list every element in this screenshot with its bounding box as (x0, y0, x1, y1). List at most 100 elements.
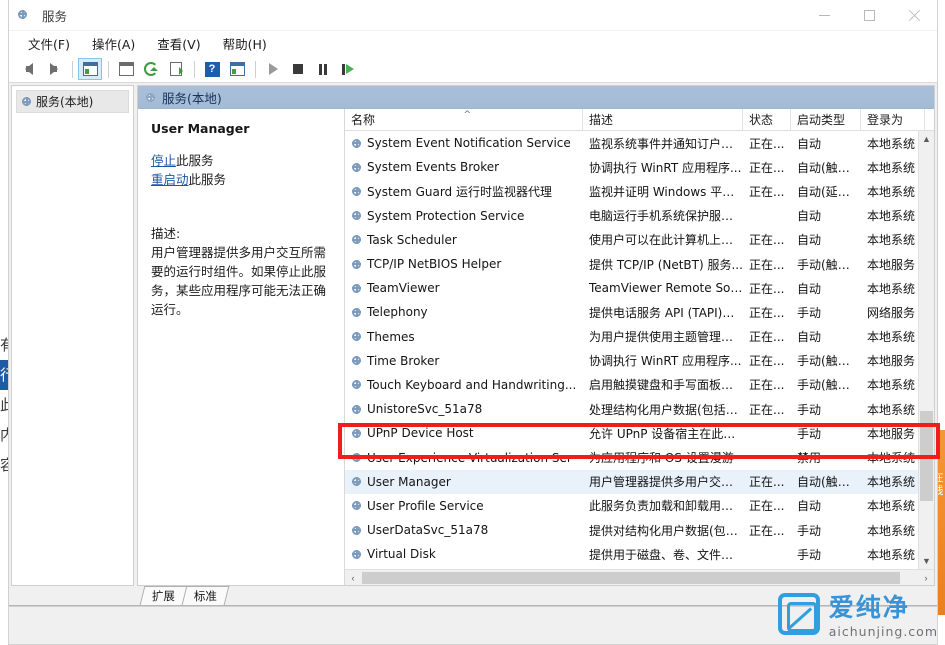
cell-status: 正在... (749, 402, 785, 417)
menu-view[interactable]: 查看(V) (146, 31, 211, 57)
service-name-label: System Events Broker (367, 160, 500, 175)
toolbar-separator (72, 60, 73, 78)
cell-name: Themes (345, 330, 583, 344)
scroll-right-button[interactable]: › (918, 570, 934, 586)
start-service-button[interactable] (261, 58, 285, 80)
tab-extended[interactable]: 扩展 (139, 586, 188, 605)
cell-name: UnistoreSvc_51a78 (345, 402, 583, 416)
cell-desc: 使用户可以在此计算机上配... (589, 233, 743, 248)
table-row[interactable]: User Manager 用户管理器提供多用户交互... 正在... 自动(触发...… (345, 469, 918, 494)
cell-startup: 自动 (797, 136, 822, 151)
cell-name: Virtual Disk (345, 547, 583, 561)
scroll-down-button[interactable]: ▼ (919, 553, 935, 569)
table-row[interactable]: System Event Notification Service 监视系统事件并… (345, 131, 918, 155)
table-row[interactable]: System Protection Service 电脑运行手机系统保护服务...… (345, 204, 918, 228)
table-row[interactable]: System Events Broker 协调执行 WinRT 应用程序... 正在… (345, 155, 918, 179)
table-row[interactable]: TCP/IP NetBIOS Helper 提供 TCP/IP (NetBT) 服… (345, 252, 918, 276)
column-header-logon-as[interactable]: 登录为 (861, 109, 925, 130)
table-row[interactable]: TeamViewer TeamViewer Remote Soft... 正在...… (345, 276, 918, 300)
watermark-en: aichunjing.com (828, 624, 938, 639)
column-header-description[interactable]: 描述 (583, 109, 743, 130)
table-row[interactable]: Touch Keyboard and Handwriting... 启用触摸键盘和… (345, 373, 918, 397)
cell-logon: 本地系统 (867, 233, 916, 248)
forward-button[interactable] (42, 58, 66, 80)
vertical-scrollbar[interactable]: ▲ ▼ (918, 131, 934, 569)
gear-icon (352, 307, 361, 317)
table-row[interactable]: User Profile Service 此服务负责加载和卸载用户... 正在...… (345, 494, 918, 518)
properties-button[interactable] (114, 58, 138, 80)
cell-logon: 本地系统 (867, 160, 916, 175)
table-row[interactable]: Task Scheduler 使用户可以在此计算机上配... 正在... 自动 本地系统 (345, 228, 918, 252)
menu-file[interactable]: 文件(F) (17, 31, 81, 57)
gear-icon (352, 525, 361, 535)
scroll-left-button[interactable]: ‹ (345, 570, 361, 586)
restart-service-button[interactable] (336, 58, 360, 80)
table-row[interactable]: Time Broker 协调执行 WinRT 应用程序... 正在... 手动(触发.… (345, 349, 918, 373)
export-icon (170, 62, 183, 76)
column-header-name-label: 名称 (351, 113, 376, 127)
cell-logon: 本地系统 (867, 547, 916, 562)
cell-desc: 启用触摸键盘和手写面板笔... (589, 378, 743, 393)
horizontal-scrollbar[interactable]: ‹ › (345, 569, 934, 585)
stop-service-button[interactable] (286, 58, 310, 80)
table-row[interactable]: UserDataSvc_51a78 提供对结构化用户数据(包括... 正在... 手动… (345, 518, 918, 542)
table-row[interactable]: Virtual Disk 提供用于磁盘、卷、文件系... 手动 本地系统 (345, 542, 918, 566)
cell-status: 正在... (749, 233, 785, 248)
table-row[interactable]: UnistoreSvc_51a78 处理结构化用户数据(包括联... 正在... 手动… (345, 397, 918, 421)
cell-startup: 手动(触发... (797, 378, 861, 393)
table-row[interactable]: System Guard 运行时监视器代理 监视并证明 Windows 平台...… (345, 179, 918, 203)
gear-icon (352, 549, 361, 559)
cell-desc: 协调执行 WinRT 应用程序... (589, 160, 742, 175)
table-row[interactable]: Themes 为用户提供使用主题管理的... 正在... 自动 本地系统 (345, 325, 918, 349)
service-name-label: Touch Keyboard and Handwriting... (367, 377, 577, 392)
cell-status: 正在... (749, 305, 785, 320)
minimize-button[interactable] (802, 0, 847, 31)
help-button[interactable]: ? (200, 58, 224, 80)
cell-name: TCP/IP NetBIOS Helper (345, 257, 583, 271)
service-name-label: Task Scheduler (367, 232, 457, 247)
cell-name: Time Broker (345, 354, 583, 368)
export-list-button[interactable] (164, 58, 188, 80)
service-name-label: System Guard 运行时监视器代理 (367, 184, 552, 199)
horizontal-scroll-thumb[interactable] (362, 572, 900, 584)
vertical-scroll-thumb[interactable] (920, 411, 933, 501)
title-bar: 服务 (9, 0, 937, 31)
service-name-label: Telephony (367, 305, 428, 320)
tab-standard-label: 标准 (193, 589, 217, 603)
list-header-row: 名称 ^ 描述 状态 启动类型 登录为 (345, 109, 934, 131)
refresh-button[interactable] (139, 58, 163, 80)
cell-startup: 自动(延迟... (797, 184, 861, 199)
show-tree-button[interactable] (78, 58, 102, 80)
gear-icon (352, 259, 361, 269)
scroll-up-button[interactable]: ▲ (919, 131, 935, 147)
gear-icon (352, 501, 361, 511)
tab-standard[interactable]: 标准 (181, 586, 230, 605)
service-name-label: UPnP Device Host (367, 426, 474, 441)
close-button[interactable] (892, 0, 937, 31)
back-button[interactable] (17, 58, 41, 80)
menu-action[interactable]: 操作(A) (81, 31, 146, 57)
column-header-name[interactable]: 名称 ^ (345, 109, 583, 130)
table-row[interactable]: UPnP Device Host 允许 UPnP 设备宿主在此计... 手动 本地服务 (345, 421, 918, 445)
restart-service-link[interactable]: 重启动 (151, 172, 189, 187)
table-row[interactable]: Telephony 提供电话服务 API (TAPI)支... 正在... 手动 网络服… (345, 300, 918, 324)
stop-service-link[interactable]: 停止 (151, 153, 176, 168)
table-row[interactable]: User Experience Virtualization Ser 为应用程序和… (345, 445, 918, 469)
maximize-button[interactable] (847, 0, 892, 31)
pause-service-button[interactable] (311, 58, 335, 80)
column-header-startup-type[interactable]: 启动类型 (791, 109, 861, 130)
cell-desc: 提供用于磁盘、卷、文件系... (589, 547, 743, 562)
window-title: 服务 (42, 8, 68, 24)
column-header-status[interactable]: 状态 (743, 109, 791, 130)
results-pane: 服务(本地) User Manager 停止此服务 重启动此服务 描述: 用户管… (137, 85, 935, 586)
service-name-label: TCP/IP NetBIOS Helper (367, 257, 502, 272)
menu-help[interactable]: 帮助(H) (212, 31, 278, 57)
cell-name: TeamViewer (345, 281, 583, 295)
toolbar-separator (194, 60, 195, 78)
tree-item-services-local[interactable]: 服务(本地) (16, 90, 129, 113)
cell-name: User Manager (345, 475, 583, 489)
service-name-label: User Profile Service (367, 498, 484, 513)
cell-status: 正在... (749, 160, 785, 175)
cell-logon: 本地服务 (867, 354, 916, 369)
show-hide-console-button[interactable] (225, 58, 249, 80)
